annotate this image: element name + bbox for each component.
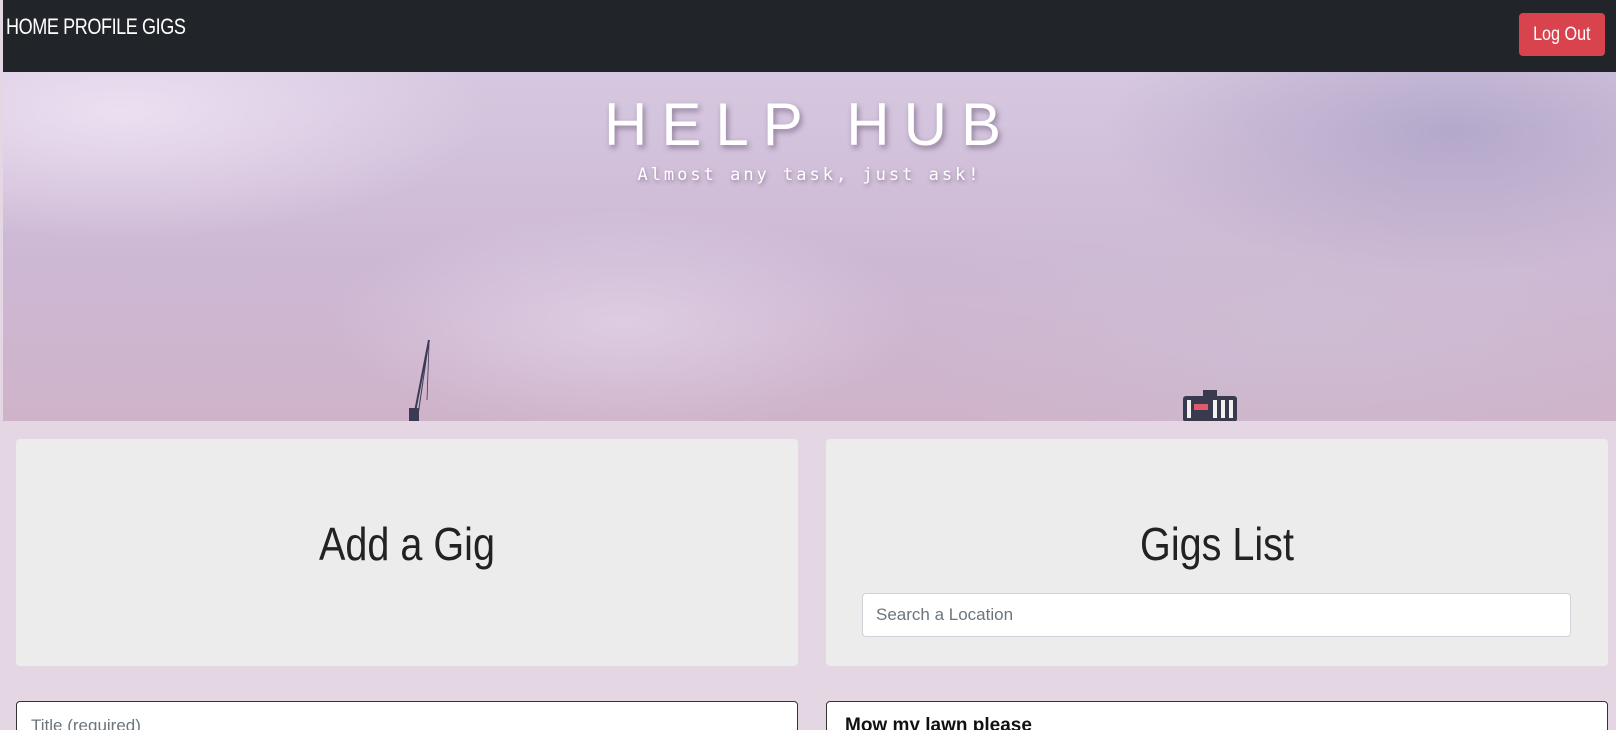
- hero-banner: HELP HUB Almost any task, just ask!: [3, 72, 1616, 421]
- nav-links: HOME PROFILE GIGS: [6, 14, 186, 40]
- add-gig-panel: Add a Gig: [16, 439, 798, 666]
- logout-button[interactable]: Log Out: [1519, 13, 1605, 56]
- nav-link-profile[interactable]: PROFILE: [63, 14, 138, 39]
- add-gig-heading: Add a Gig: [319, 518, 495, 570]
- search-location-input[interactable]: [862, 593, 1571, 637]
- gig-title-input[interactable]: [16, 701, 798, 730]
- gig-card[interactable]: Mow my lawn please: [826, 701, 1608, 730]
- crane-icon: [409, 340, 430, 421]
- gig-card-title: Mow my lawn please: [845, 715, 1032, 730]
- hero-subtitle: Almost any task, just ask!: [637, 165, 982, 185]
- gigs-list-panel: Gigs List: [826, 439, 1608, 666]
- page: HOME PROFILE GIGS Log Out HELP HUB Almos…: [3, 0, 1616, 730]
- gigs-list-heading: Gigs List: [1140, 518, 1294, 570]
- logout-button-label: Log Out: [1533, 23, 1591, 45]
- navbar: HOME PROFILE GIGS Log Out: [3, 0, 1616, 72]
- tower-icon: [1183, 390, 1237, 421]
- nav-link-gigs[interactable]: GIGS: [142, 14, 186, 39]
- nav-link-home[interactable]: HOME: [6, 14, 59, 39]
- hero-title: HELP HUB: [603, 91, 1015, 158]
